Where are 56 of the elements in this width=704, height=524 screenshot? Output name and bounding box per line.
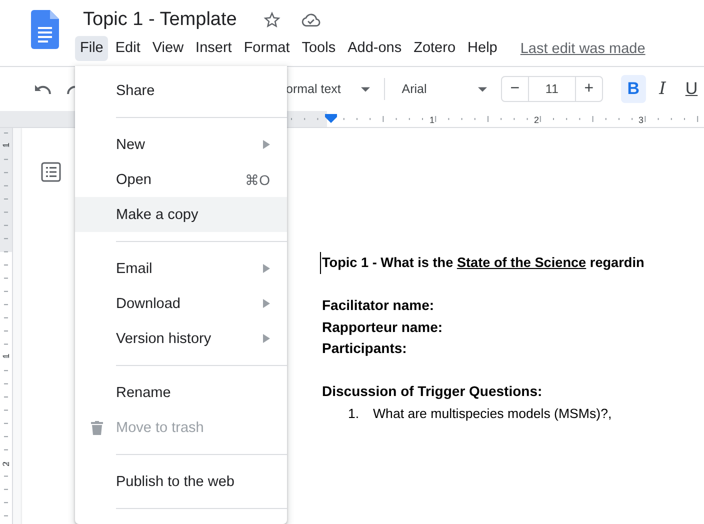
star-icon[interactable] [262,11,281,29]
submenu-arrow-icon [263,140,270,149]
ruler-number: 1 [430,115,434,125]
field-label: Participants: [322,339,408,358]
cloud-check-icon[interactable] [300,12,321,28]
menu-option[interactable]: Download [75,286,287,321]
ruler-number: 2 [534,115,539,125]
increase-size-button[interactable]: + [576,77,602,101]
font-size-field[interactable]: 11 [528,77,576,101]
field-label: Rapporteur name: [322,318,444,337]
trash-icon [91,421,103,435]
menu-item[interactable]: File [75,36,108,61]
menu-option[interactable]: Make a copy [75,197,287,232]
submenu-arrow-icon [263,334,270,343]
menu-option[interactable]: New [75,127,287,162]
document-heading: Topic 1 - What is the State of the Science regardin [320,252,644,274]
indent-marker[interactable] [325,114,337,123]
ruler-number: 1 [1,354,11,358]
bold-button[interactable]: B [620,75,646,103]
menu-option[interactable]: Rename [75,375,287,410]
menu-item[interactable]: Insert [190,36,237,61]
ruler-number: 1 [1,142,11,148]
submenu-arrow-icon [263,264,270,273]
menu-item[interactable]: Edit [110,36,146,61]
menu-item[interactable]: Add-ons [342,36,407,61]
dropdown-caret-icon[interactable] [478,86,487,92]
outline-icon[interactable] [41,162,61,182]
question-text: What are multispecies models (MSMs)?, [373,404,612,423]
menu-option[interactable]: Email [75,251,287,286]
menu-option[interactable]: Version history [75,321,287,356]
ruler-number: 2 [1,462,11,466]
decrease-size-button[interactable]: − [502,77,528,101]
menu-item[interactable]: Help [462,36,502,61]
document-title[interactable]: Topic 1 - Template [83,9,237,31]
field-label: Facilitator name: [322,296,436,315]
menu-item[interactable]: View [147,36,189,61]
ruler-number: 3 [638,115,644,125]
menu-item[interactable]: Zotero [408,36,461,61]
section-title: Discussion of Trigger Questions: [322,382,544,401]
menu-option[interactable]: Publish to the web [75,464,287,499]
menu-option[interactable]: Open ⌘O [75,162,287,197]
menu-item[interactable]: Format [238,36,295,61]
undo-icon[interactable] [33,82,53,96]
italic-button[interactable]: I [650,75,675,103]
vertical-ruler[interactable]: 1 1 2 [0,128,12,524]
underline-button[interactable]: U [678,75,704,103]
shortcut-label: ⌘O [245,172,270,188]
font-dropdown[interactable]: Arial [402,82,468,96]
submenu-arrow-icon [263,299,270,308]
last-edit-link[interactable]: Last edit was made [520,40,646,56]
menu-option[interactable]: Share [75,73,287,108]
docs-logo-icon[interactable] [31,10,59,49]
menu-item[interactable]: Tools [296,36,341,61]
paragraph-style-dropdown[interactable]: ormal text [286,82,341,96]
list-number: 1. [348,404,360,422]
dropdown-caret-icon[interactable] [360,86,370,92]
